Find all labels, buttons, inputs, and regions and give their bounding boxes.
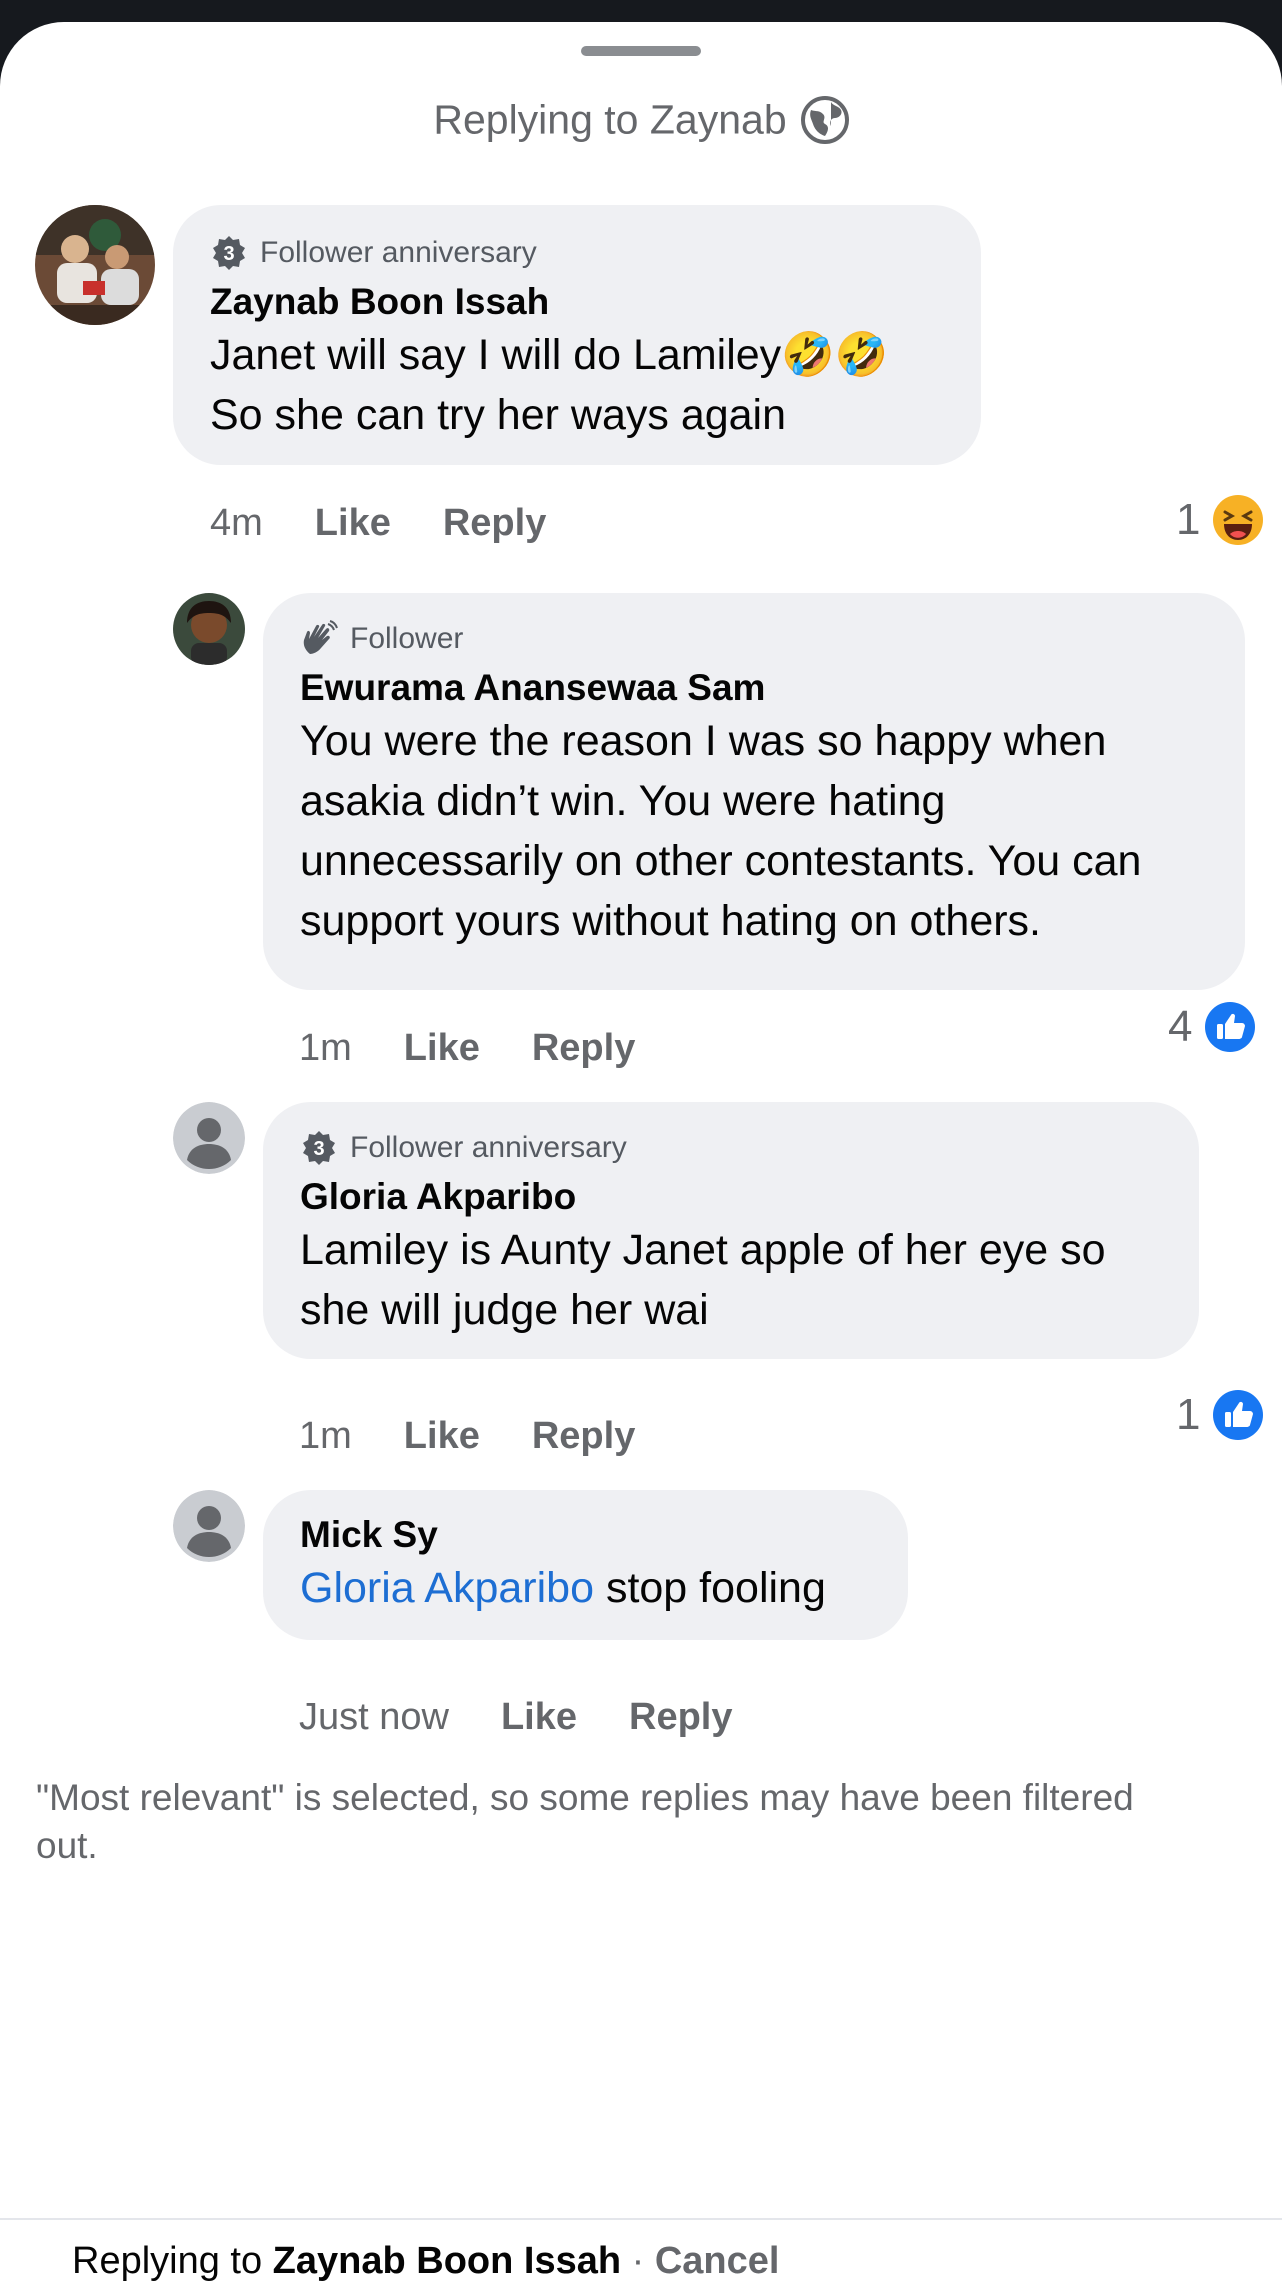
laughing-face-icon xyxy=(1213,495,1264,545)
badge-label: Follower anniversary xyxy=(350,1131,627,1164)
comment-text-line: Lamiley is Aunty Janet apple of her eye … xyxy=(300,1226,1106,1274)
comment-author[interactable]: Gloria Akparibo xyxy=(300,1174,1199,1220)
thumbs-up-icon xyxy=(1205,1002,1256,1052)
reaction-count: 4 xyxy=(1168,1002,1193,1051)
replying-to-bar: Replying to Zaynab Boon Issah · Cancel xyxy=(72,2240,779,2282)
comment-bubble[interactable]: Mick Sy Gloria Akparibo stop fooling xyxy=(263,1490,908,1640)
comment-actions: Just now Like Reply xyxy=(299,1696,733,1739)
reply-footer: Replying to Zaynab Boon Issah · Cancel xyxy=(0,2218,1282,2282)
comment-text-line: You were the reason I was so happy when xyxy=(300,717,1107,765)
badge-label: Follower xyxy=(350,622,464,655)
reaction-count: 1 xyxy=(1176,1390,1201,1439)
replying-to-prefix: Replying to xyxy=(72,2240,273,2282)
drag-handle[interactable] xyxy=(581,46,701,56)
comment-time: 1m xyxy=(299,1415,352,1457)
replying-to-name: Zaynab Boon Issah xyxy=(272,2240,622,2282)
badge: 3 Follower anniversary xyxy=(300,1128,1199,1168)
comment-actions: 4m Like Reply xyxy=(210,502,546,545)
filter-note: "Most relevant" is selected, so some rep… xyxy=(36,1777,1134,1866)
comment-author[interactable]: Ewurama Anansewaa Sam xyxy=(300,665,1245,711)
thumbs-up-icon xyxy=(1213,1390,1264,1440)
comment-actions: 1m Like Reply xyxy=(299,1027,635,1070)
reply-button[interactable]: Reply xyxy=(532,1027,635,1070)
comment-time: Just now xyxy=(299,1696,449,1738)
reaction-summary[interactable]: 4 xyxy=(1168,1001,1256,1053)
comment-author[interactable]: Mick Sy xyxy=(300,1512,908,1558)
mention-link[interactable]: Gloria Akparibo xyxy=(300,1564,594,1612)
svg-text:3: 3 xyxy=(313,1138,324,1160)
comment-text-line: asakia didn’t win. You were hating xyxy=(300,777,946,825)
badge: 3 Follower anniversary xyxy=(210,233,981,273)
comment-bubble[interactable]: Follower Ewurama Anansewaa Sam You were … xyxy=(263,593,1245,990)
reaction-summary[interactable]: 1 xyxy=(1176,494,1264,546)
comment-text-line: she will judge her wai xyxy=(300,1286,709,1334)
avatar[interactable] xyxy=(35,205,155,325)
like-button[interactable]: Like xyxy=(404,1415,480,1458)
comment-text: Lamiley is Aunty Janet apple of her eye … xyxy=(300,1220,1199,1340)
comment-time: 1m xyxy=(299,1027,352,1069)
comment-actions: 1m Like Reply xyxy=(299,1415,635,1458)
sheet-header: Replying to Zaynab xyxy=(0,94,1282,145)
cancel-button[interactable]: Cancel xyxy=(655,2240,780,2282)
separator: · xyxy=(621,2240,655,2282)
anniversary-3-icon: 3 xyxy=(303,1131,335,1165)
comment-text-content: stop fooling xyxy=(594,1564,826,1612)
comment-bubble[interactable]: 3 Follower anniversary Zaynab Boon Issah… xyxy=(173,205,981,465)
like-button[interactable]: Like xyxy=(501,1696,577,1739)
globe-icon xyxy=(800,96,849,145)
comment-time: 4m xyxy=(210,502,263,544)
comment-author[interactable]: Zaynab Boon Issah xyxy=(210,279,981,325)
svg-text:3: 3 xyxy=(223,243,234,265)
reply-button[interactable]: Reply xyxy=(443,502,546,545)
comment-text: You were the reason I was so happy when … xyxy=(300,711,1245,951)
comment-text-line: So she can try her ways again xyxy=(210,391,787,439)
badge-label: Follower anniversary xyxy=(260,236,537,269)
like-button[interactable]: Like xyxy=(315,502,391,545)
avatar[interactable] xyxy=(173,1102,245,1174)
comment-text-line: support yours without hating on others. xyxy=(300,897,1041,945)
comment-bubble[interactable]: 3 Follower anniversary Gloria Akparibo L… xyxy=(263,1102,1199,1359)
sheet-title: Replying to Zaynab xyxy=(433,96,787,143)
reply-sheet: Replying to Zaynab 3 Follower anniversar… xyxy=(0,22,1282,2282)
reaction-count: 1 xyxy=(1176,495,1201,544)
comment-text-line: Janet will say I will do Lamiley🤣🤣 xyxy=(210,331,889,379)
reaction-summary[interactable]: 1 xyxy=(1176,1389,1264,1441)
anniversary-3-icon: 3 xyxy=(213,236,245,270)
waving-hand-icon xyxy=(303,620,338,654)
reply-button[interactable]: Reply xyxy=(629,1696,732,1739)
comment-text: Janet will say I will do Lamiley🤣🤣 So sh… xyxy=(210,325,981,445)
reply-button[interactable]: Reply xyxy=(532,1415,635,1458)
comment-text-line: unnecessarily on other contestants. You … xyxy=(300,837,1142,885)
badge: Follower xyxy=(300,619,1245,659)
avatar[interactable] xyxy=(173,593,245,665)
like-button[interactable]: Like xyxy=(404,1027,480,1070)
avatar[interactable] xyxy=(173,1490,245,1562)
comment-text: Gloria Akparibo stop fooling xyxy=(300,1558,908,1618)
